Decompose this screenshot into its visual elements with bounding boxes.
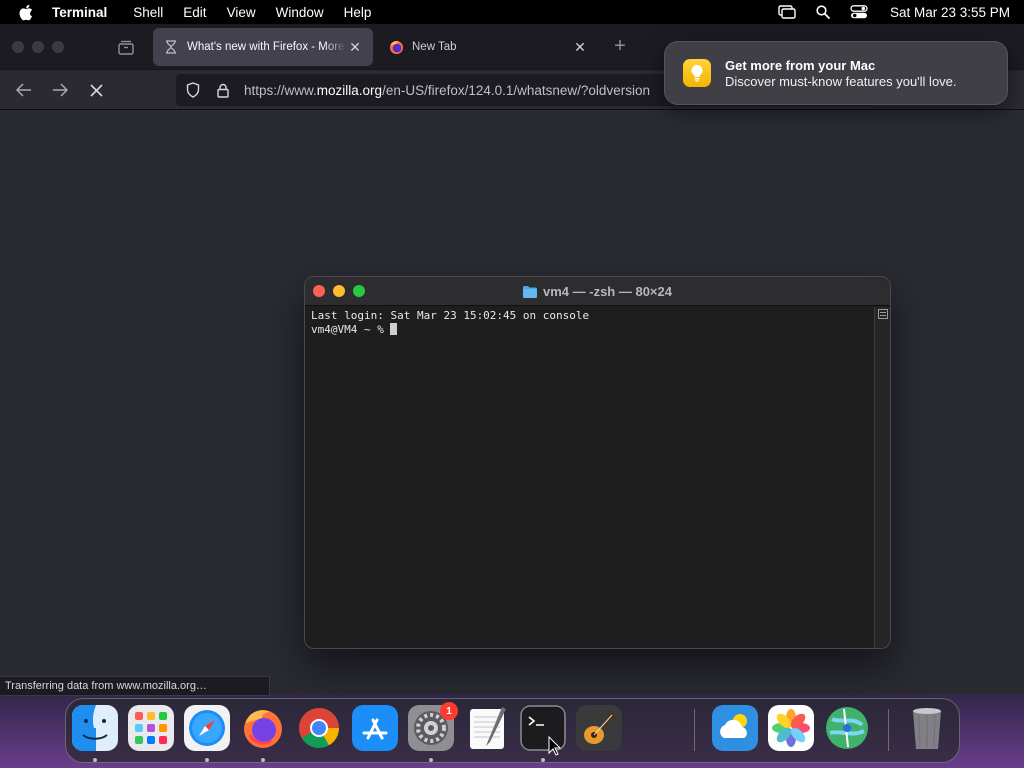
terminal-window[interactable]: vm4 — -zsh — 80×24 Last login: Sat Mar 2…	[304, 276, 891, 649]
new-tab-plus-icon[interactable]: +	[610, 36, 630, 57]
terminal-title-text: vm4 — -zsh — 80×24	[543, 284, 672, 299]
tracking-shield-icon[interactable]	[184, 81, 202, 99]
firefox-zoom-button[interactable]	[52, 41, 64, 53]
terminal-title: vm4 — -zsh — 80×24	[305, 277, 890, 306]
apple-menu-icon[interactable]	[18, 3, 34, 21]
dock-safari-icon[interactable]	[184, 705, 230, 751]
terminal-line: Last login: Sat Mar 23 15:02:45 on conso…	[311, 309, 590, 322]
url-host: mozilla.org	[316, 82, 383, 98]
tab-whats-new[interactable]: What's new with Firefox - More ✕	[153, 28, 373, 66]
tab-new-tab[interactable]: New Tab ✕	[378, 28, 598, 66]
mouse-pointer-icon	[548, 736, 562, 756]
running-indicator	[261, 758, 265, 762]
lightbulb-icon	[683, 59, 711, 87]
dock-separator	[888, 709, 889, 751]
control-center-icon[interactable]	[850, 4, 868, 20]
dock-firefox-icon[interactable]	[240, 705, 286, 751]
dock-separator	[694, 709, 695, 751]
terminal-cursor	[390, 323, 398, 335]
tab-close-icon[interactable]: ✕	[347, 39, 363, 55]
terminal-prompt-line: vm4@VM4 ~ %	[311, 323, 869, 337]
split-pane-icon[interactable]	[878, 309, 888, 319]
dock-app-store-icon[interactable]	[352, 705, 398, 751]
menu-bar: Terminal Shell Edit View Window Help Sat…	[0, 0, 1024, 24]
notification-body: Discover must-know features you'll love.	[725, 73, 957, 89]
tab-title: New Tab	[412, 41, 457, 53]
terminal-output[interactable]: Last login: Sat Mar 23 15:02:45 on conso…	[305, 307, 875, 648]
terminal-title-bar[interactable]: vm4 — -zsh — 80×24	[305, 277, 890, 306]
screen-mirroring-icon[interactable]	[778, 4, 796, 20]
tab-title: What's new with Firefox - More	[187, 41, 345, 53]
terminal-scrollbar[interactable]	[874, 307, 890, 648]
firefox-close-button[interactable]	[12, 41, 24, 53]
running-indicator	[93, 758, 97, 762]
loading-hourglass-icon	[163, 39, 179, 55]
notification-badge: 1	[440, 702, 458, 720]
running-indicator	[541, 758, 545, 762]
firefox-window-controls	[12, 41, 64, 53]
spotlight-search-icon[interactable]	[814, 4, 832, 20]
notification-title: Get more from your Mac	[725, 57, 876, 73]
menu-bar-extras: Sat Mar 23 3:55 PM	[778, 4, 1010, 20]
dock-trash-icon[interactable]	[904, 705, 950, 751]
dock-photos-icon[interactable]	[768, 705, 814, 751]
dock-garageband-icon[interactable]	[576, 705, 622, 751]
running-indicator	[205, 758, 209, 762]
forward-arrow-icon[interactable]	[50, 80, 70, 100]
notification-text: Get more from your Mac Discover must-kno…	[725, 58, 957, 89]
dock-textedit-icon[interactable]	[464, 705, 510, 751]
menu-help[interactable]: Help	[344, 5, 372, 20]
running-indicator	[429, 758, 433, 762]
lock-icon[interactable]	[214, 81, 232, 99]
dock-chrome-icon[interactable]	[296, 705, 342, 751]
stop-loading-icon[interactable]	[86, 80, 106, 100]
terminal-prompt: vm4@VM4 ~ %	[311, 323, 391, 336]
firefox-minimize-button[interactable]	[32, 41, 44, 53]
menu-edit[interactable]: Edit	[183, 5, 206, 20]
menu-view[interactable]: View	[227, 5, 256, 20]
tips-notification[interactable]: Get more from your Mac Discover must-kno…	[664, 41, 1008, 105]
menu-bar-clock[interactable]: Sat Mar 23 3:55 PM	[890, 5, 1010, 20]
back-arrow-icon[interactable]	[14, 80, 34, 100]
firefox-logo-icon	[388, 39, 404, 55]
menu-shell[interactable]: Shell	[133, 5, 163, 20]
dock-weather-icon[interactable]	[712, 705, 758, 751]
url-path: /en-US/firefox/124.0.1/whatsnew/?oldvers…	[382, 82, 650, 98]
tab-close-icon[interactable]: ✕	[572, 39, 588, 55]
folder-icon	[523, 285, 537, 298]
dock-maps-icon[interactable]	[824, 705, 870, 751]
status-panel: Transferring data from www.mozilla.org…	[0, 676, 270, 696]
menu-window[interactable]: Window	[276, 5, 324, 20]
menu-app-name[interactable]: Terminal	[52, 5, 107, 20]
url-prefix: https://www.	[244, 82, 317, 98]
url-text[interactable]: https://www.mozilla.org/en-US/firefox/12…	[244, 83, 704, 98]
dock-finder-icon[interactable]	[72, 705, 118, 751]
firefox-view-icon[interactable]	[116, 38, 136, 58]
dock-launchpad-icon[interactable]	[128, 705, 174, 751]
